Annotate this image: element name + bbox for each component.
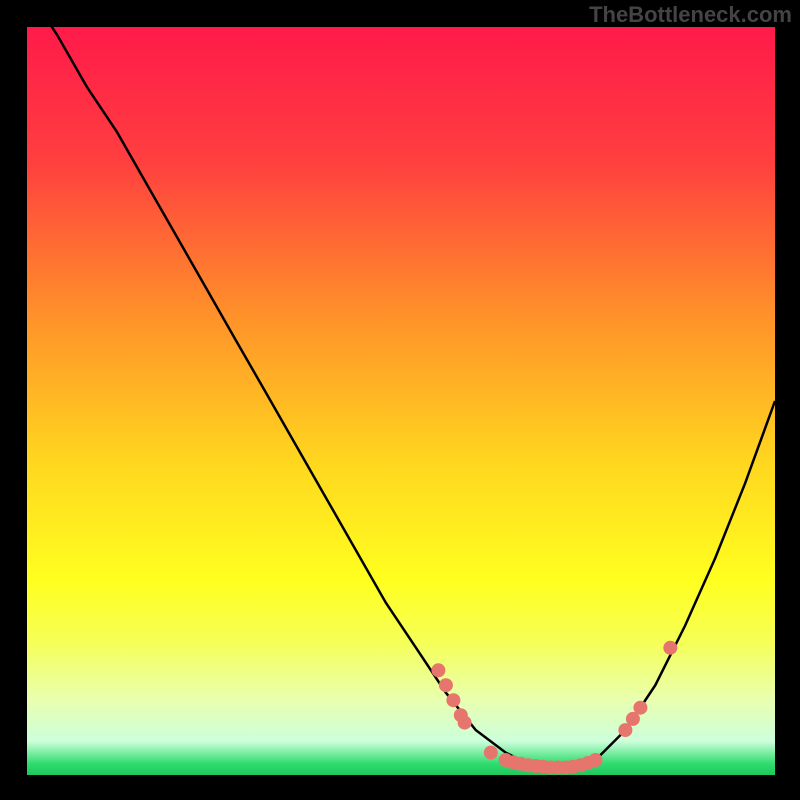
- scatter-dot: [458, 716, 472, 730]
- chart-frame: TheBottleneck.com: [0, 0, 800, 800]
- scatter-dot: [633, 701, 647, 715]
- scatter-dot: [484, 746, 498, 760]
- chart-svg: [27, 27, 775, 775]
- scatter-dot: [439, 678, 453, 692]
- scatter-dot: [446, 693, 460, 707]
- scatter-dot: [589, 753, 603, 767]
- scatter-dot: [431, 663, 445, 677]
- plot-area: [27, 27, 775, 775]
- scatter-dot: [663, 641, 677, 655]
- gradient-bg: [27, 27, 775, 775]
- watermark-text: TheBottleneck.com: [589, 2, 792, 28]
